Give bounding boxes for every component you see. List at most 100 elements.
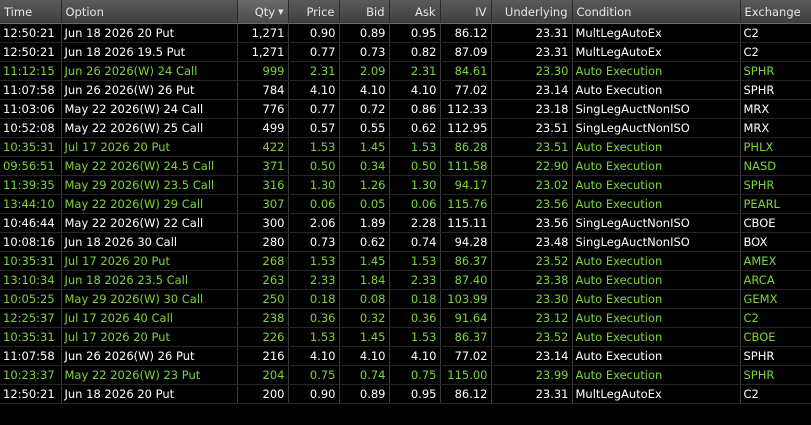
- cell-exchange: SPHR: [740, 80, 811, 100]
- cell-condition: SingLegAuctNonISO: [572, 118, 741, 138]
- cell-underlying: 22.90: [491, 156, 573, 176]
- column-header-option[interactable]: Option: [61, 0, 238, 24]
- table-row[interactable]: 12:50:21 Jun 18 2026 20 Put 1,271 0.90 0.89 0…: [0, 23, 811, 43]
- cell-condition: Auto Execution: [572, 156, 741, 176]
- cell-underlying: 23.52: [491, 327, 573, 347]
- cell-bid: 1.26: [339, 175, 390, 195]
- table-row[interactable]: 10:23:37 May 22 2026(W) 23 Put 204 0.75 0.74…: [0, 365, 811, 385]
- cell-exchange: AMEX: [740, 251, 811, 271]
- cell-iv: 111.58: [440, 156, 492, 176]
- cell-bid: 0.89: [339, 384, 390, 404]
- table-row[interactable]: 10:35:31 Jul 17 2026 20 Put 422 1.53 1.45 1.5…: [0, 137, 811, 157]
- column-header-qty[interactable]: Qty ▼: [237, 0, 289, 24]
- cell-bid: 0.72: [339, 99, 390, 119]
- cell-price: 0.77: [288, 99, 340, 119]
- column-header-ask[interactable]: Ask: [389, 0, 441, 24]
- cell-condition: SingLegAuctNonISO: [572, 99, 741, 119]
- cell-price: 1.53: [288, 327, 340, 347]
- cell-condition: Auto Execution: [572, 346, 741, 366]
- table-row[interactable]: 10:05:25 May 29 2026(W) 30 Call 250 0.18 0.0…: [0, 289, 811, 309]
- table-row[interactable]: 11:07:58 Jun 26 2026(W) 26 Put 784 4.10 4.10…: [0, 80, 811, 100]
- cell-underlying: 23.30: [491, 289, 573, 309]
- table-row[interactable]: 10:46:44 May 22 2026(W) 22 Call 300 2.06 1.8…: [0, 213, 811, 233]
- cell-price: 4.10: [288, 346, 340, 366]
- cell-option: Jun 18 2026 23.5 Call: [61, 270, 238, 290]
- cell-qty: 1,271: [237, 42, 289, 62]
- header-row: Time Option Qty ▼ Price Bid Ask IV Underl…: [0, 0, 811, 24]
- cell-qty: 268: [237, 251, 289, 271]
- cell-time: 12:50:21: [0, 23, 62, 43]
- cell-exchange: NASD: [740, 156, 811, 176]
- cell-bid: 0.62: [339, 232, 390, 252]
- cell-exchange: PHLX: [740, 137, 811, 157]
- cell-option: Jun 18 2026 19.5 Put: [61, 42, 238, 62]
- table-row[interactable]: 12:25:37 Jul 17 2026 40 Call 238 0.36 0.32 0.…: [0, 308, 811, 328]
- cell-underlying: 23.31: [491, 23, 573, 43]
- table-row[interactable]: 11:39:35 May 29 2026(W) 23.5 Call 316 1.30 1…: [0, 175, 811, 195]
- cell-bid: 0.89: [339, 23, 390, 43]
- cell-condition: Auto Execution: [572, 137, 741, 157]
- table-row[interactable]: 12:50:21 Jun 18 2026 20 Put 200 0.90 0.89 0.9…: [0, 384, 811, 404]
- cell-ask: 2.33: [389, 270, 441, 290]
- cell-iv: 86.28: [440, 137, 492, 157]
- cell-time: 10:46:44: [0, 213, 62, 233]
- cell-price: 0.77: [288, 42, 340, 62]
- table-row[interactable]: 10:35:31 Jul 17 2026 20 Put 268 1.53 1.45 1.5…: [0, 251, 811, 271]
- table-row[interactable]: 13:10:34 Jun 18 2026 23.5 Call 263 2.33 1.84…: [0, 270, 811, 290]
- cell-time: 12:50:21: [0, 384, 62, 404]
- table-row[interactable]: 10:08:16 Jun 18 2026 30 Call 280 0.73 0.62 0.…: [0, 232, 811, 252]
- cell-condition: SingLegAuctNonISO: [572, 213, 741, 233]
- table-row[interactable]: 11:03:06 May 22 2026(W) 24 Call 776 0.77 0.7…: [0, 99, 811, 119]
- cell-ask: 0.18: [389, 289, 441, 309]
- column-header-underlying[interactable]: Underlying: [491, 0, 573, 24]
- cell-ask: 0.62: [389, 118, 441, 138]
- cell-iv: 115.11: [440, 213, 492, 233]
- cell-exchange: MRX: [740, 118, 811, 138]
- table-row[interactable]: 11:12:15 Jun 26 2026(W) 24 Call 999 2.31 2.0…: [0, 61, 811, 81]
- table-row[interactable]: 09:56:51 May 22 2026(W) 24.5 Call 371 0.50 0…: [0, 156, 811, 176]
- cell-option: May 22 2026(W) 24 Call: [61, 99, 238, 119]
- cell-qty: 499: [237, 118, 289, 138]
- table-row[interactable]: 10:35:31 Jul 17 2026 20 Put 226 1.53 1.45 1.5…: [0, 327, 811, 347]
- cell-qty: 216: [237, 346, 289, 366]
- cell-time: 10:23:37: [0, 365, 62, 385]
- cell-underlying: 23.51: [491, 118, 573, 138]
- table-row[interactable]: 10:52:08 May 22 2026(W) 25 Call 499 0.57 0.5…: [0, 118, 811, 138]
- cell-exchange: SPHR: [740, 365, 811, 385]
- column-header-qty-label: Qty: [254, 4, 276, 19]
- column-header-time[interactable]: Time: [0, 0, 62, 24]
- column-header-iv[interactable]: IV: [440, 0, 492, 24]
- cell-qty: 776: [237, 99, 289, 119]
- cell-ask: 2.31: [389, 61, 441, 81]
- column-header-condition[interactable]: Condition: [572, 0, 741, 24]
- cell-condition: Auto Execution: [572, 270, 741, 290]
- cell-exchange: SPHR: [740, 61, 811, 81]
- cell-time: 11:07:58: [0, 346, 62, 366]
- cell-exchange: C2: [740, 23, 811, 43]
- cell-ask: 0.75: [389, 365, 441, 385]
- cell-ask: 1.53: [389, 327, 441, 347]
- cell-qty: 784: [237, 80, 289, 100]
- table-row[interactable]: 12:50:21 Jun 18 2026 19.5 Put 1,271 0.77 0.7…: [0, 42, 811, 62]
- cell-time: 10:52:08: [0, 118, 62, 138]
- cell-underlying: 23.14: [491, 346, 573, 366]
- cell-underlying: 23.51: [491, 137, 573, 157]
- cell-iv: 77.02: [440, 346, 492, 366]
- table-row[interactable]: 13:44:10 May 22 2026(W) 29 Call 307 0.06 0.0…: [0, 194, 811, 214]
- cell-condition: SingLegAuctNonISO: [572, 232, 741, 252]
- cell-time: 10:05:25: [0, 289, 62, 309]
- cell-bid: 0.32: [339, 308, 390, 328]
- cell-underlying: 23.52: [491, 251, 573, 271]
- column-header-exchange[interactable]: Exchange: [740, 0, 811, 24]
- cell-exchange: GEMX: [740, 289, 811, 309]
- column-header-price[interactable]: Price: [288, 0, 340, 24]
- cell-iv: 115.76: [440, 194, 492, 214]
- cell-price: 0.18: [288, 289, 340, 309]
- cell-qty: 999: [237, 61, 289, 81]
- cell-price: 2.31: [288, 61, 340, 81]
- column-header-bid[interactable]: Bid: [339, 0, 390, 24]
- table-row[interactable]: 11:07:58 Jun 26 2026(W) 26 Put 216 4.10 4.10…: [0, 346, 811, 366]
- cell-price: 1.53: [288, 137, 340, 157]
- cell-ask: 4.10: [389, 346, 441, 366]
- cell-option: May 29 2026(W) 23.5 Call: [61, 175, 238, 195]
